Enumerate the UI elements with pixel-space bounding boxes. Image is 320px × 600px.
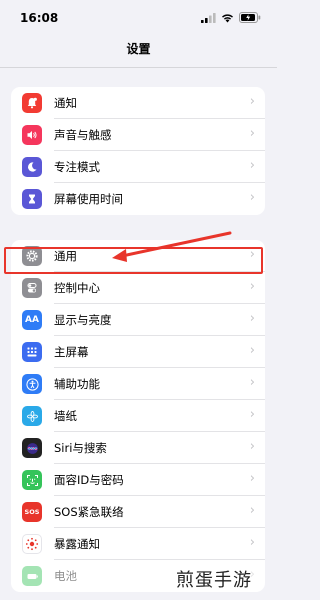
home-grid-icon bbox=[22, 342, 42, 362]
settings-row-screen-time[interactable]: 屏幕使用时间 › bbox=[11, 183, 265, 215]
siri-icon bbox=[22, 438, 42, 458]
nav-divider bbox=[0, 67, 277, 68]
settings-row-home-screen[interactable]: 主屏幕 › bbox=[11, 336, 265, 368]
settings-row-exposure[interactable]: 暴露通知 › bbox=[11, 528, 265, 560]
aa-icon: AA bbox=[22, 310, 42, 330]
speaker-icon bbox=[22, 125, 42, 145]
toggle-icon bbox=[22, 278, 42, 298]
settings-row-label: 屏幕使用时间 bbox=[54, 192, 123, 206]
chevron-right-icon: › bbox=[249, 311, 255, 326]
settings-row-emergency-sos[interactable]: SOS SOS紧急联络 › bbox=[11, 496, 265, 528]
chevron-right-icon: › bbox=[249, 407, 255, 422]
status-time: 16:08 bbox=[20, 11, 59, 25]
settings-group-2: 通用 › 控制中心 › AA 显示与亮度 › 主屏幕 › 辅助功能 › 墙纸 ›… bbox=[11, 240, 265, 592]
chevron-right-icon: › bbox=[249, 471, 255, 486]
highlight-box bbox=[4, 247, 263, 274]
settings-row-label: 辅助功能 bbox=[54, 377, 100, 391]
settings-row-accessibility[interactable]: 辅助功能 › bbox=[11, 368, 265, 400]
settings-row-label: SOS紧急联络 bbox=[54, 505, 124, 519]
chevron-right-icon: › bbox=[249, 375, 255, 390]
sos-icon: SOS bbox=[22, 502, 42, 522]
settings-row-label: 电池 bbox=[54, 569, 77, 583]
settings-row-sounds[interactable]: 声音与触感 › bbox=[11, 119, 265, 151]
chevron-right-icon: › bbox=[249, 535, 255, 550]
accessibility-icon bbox=[22, 374, 42, 394]
hourglass-icon bbox=[22, 189, 42, 209]
battery-icon bbox=[22, 566, 42, 586]
settings-group-1: 通知 › 声音与触感 › 专注模式 › 屏幕使用时间 › bbox=[11, 87, 265, 215]
chevron-right-icon: › bbox=[249, 343, 255, 358]
chevron-right-icon: › bbox=[249, 503, 255, 518]
cellular-signal-icon bbox=[201, 12, 216, 23]
settings-row-label: 墙纸 bbox=[54, 409, 77, 423]
settings-row-label: 暴露通知 bbox=[54, 537, 100, 551]
settings-row-label: 控制中心 bbox=[54, 281, 100, 295]
settings-row-label: 专注模式 bbox=[54, 160, 100, 174]
chevron-right-icon: › bbox=[249, 94, 255, 109]
status-icons bbox=[201, 12, 261, 23]
settings-row-label: 通知 bbox=[54, 96, 77, 110]
chevron-right-icon: › bbox=[249, 158, 255, 173]
settings-row-label: 主屏幕 bbox=[54, 345, 89, 359]
flower-icon bbox=[22, 406, 42, 426]
settings-row-label: 声音与触感 bbox=[54, 128, 112, 142]
settings-row-label: Siri与搜索 bbox=[54, 441, 107, 455]
settings-row-label: 面容ID与密码 bbox=[54, 473, 124, 487]
settings-row-siri[interactable]: Siri与搜索 › bbox=[11, 432, 265, 464]
settings-row-control-center[interactable]: 控制中心 › bbox=[11, 272, 265, 304]
chevron-right-icon: › bbox=[249, 126, 255, 141]
battery-status-icon bbox=[239, 12, 261, 23]
watermark-text: 煎蛋手游 bbox=[176, 570, 252, 591]
wifi-icon bbox=[222, 13, 233, 22]
bell-icon bbox=[22, 93, 42, 113]
faceid-icon bbox=[22, 470, 42, 490]
settings-row-display[interactable]: AA 显示与亮度 › bbox=[11, 304, 265, 336]
exposure-icon bbox=[22, 534, 42, 554]
settings-row-label: 显示与亮度 bbox=[54, 313, 112, 327]
moon-icon bbox=[22, 157, 42, 177]
chevron-right-icon: › bbox=[249, 439, 255, 454]
settings-row-notifications[interactable]: 通知 › bbox=[11, 87, 265, 119]
settings-row-focus[interactable]: 专注模式 › bbox=[11, 151, 265, 183]
page-title: 设置 bbox=[126, 42, 151, 56]
settings-row-face-id[interactable]: 面容ID与密码 › bbox=[11, 464, 265, 496]
settings-row-wallpaper[interactable]: 墙纸 › bbox=[11, 400, 265, 432]
status-bar: 16:08 bbox=[0, 0, 277, 34]
chevron-right-icon: › bbox=[249, 190, 255, 205]
chevron-right-icon: › bbox=[249, 279, 255, 294]
